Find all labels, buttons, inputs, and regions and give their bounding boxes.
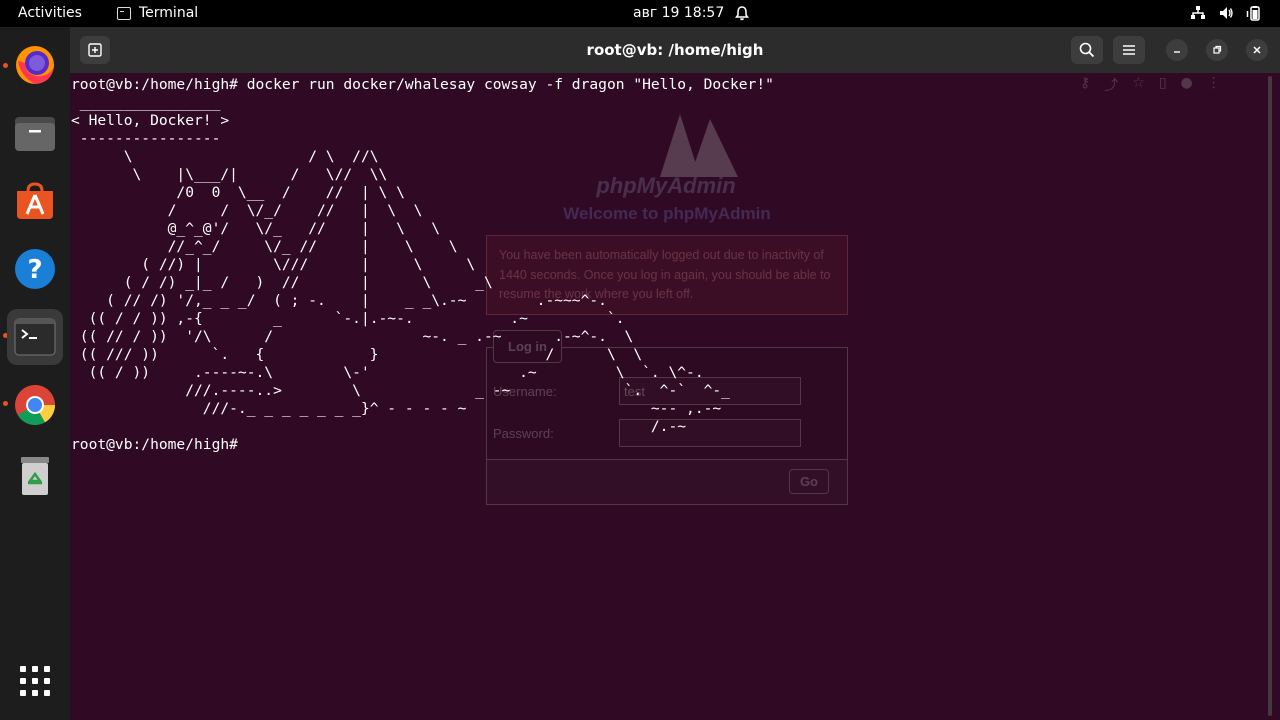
terminal-line: root@vb:/home/high# docker run docker/wh…: [71, 76, 774, 93]
network-icon[interactable]: [1190, 5, 1206, 21]
activities-button[interactable]: Activities: [18, 5, 82, 21]
terminal-line: < Hello, Docker! >: [71, 112, 230, 129]
profile-icon: ●: [1180, 75, 1193, 91]
hamburger-menu-icon: [1123, 45, 1135, 55]
power-icon[interactable]: [1246, 5, 1262, 21]
terminal-line: (( / / )) ,-{ _ `-.|.-~-. .~ `.: [71, 310, 625, 327]
terminal-line: //_^_/ \/_ // | \ \: [71, 238, 458, 255]
restore-icon: [1213, 45, 1222, 54]
terminal-prompt: root@vb:/home/high#: [71, 436, 247, 453]
search-icon: [1079, 42, 1095, 58]
volume-icon[interactable]: [1218, 5, 1234, 21]
terminal-line: (( /// )) `. { } / \ \: [71, 346, 643, 363]
terminal-line: (( / )) .----~-.\ \-' .~ \ `. \^-.: [71, 364, 704, 381]
terminal-line: ( / /) _|_ / ) // | \ _\: [71, 274, 493, 291]
chrome-icon: [15, 385, 55, 425]
sidebar-icon: ▯: [1158, 75, 1167, 91]
firefox-icon: [16, 46, 54, 84]
notification-bell-icon[interactable]: [735, 6, 749, 21]
terminal-line: ( // /) '/,_ _ _/ ( ; -. | _ _\.-~ .-~~~…: [71, 292, 607, 309]
more-icon: ⋮: [1206, 75, 1221, 91]
app-menu-label: Terminal: [139, 5, 199, 21]
grid-icon: [20, 666, 50, 696]
terminal-line: ----------------: [71, 130, 221, 147]
terminal-line: /.-~: [71, 418, 687, 435]
terminal-line: ________________: [71, 94, 221, 111]
clock[interactable]: авг 19 18:57: [633, 5, 724, 21]
dock-app-center[interactable]: [7, 173, 63, 229]
terminal-line: / / \/_/ // | \ \: [71, 202, 423, 219]
go-button: Go: [788, 469, 829, 494]
maximize-button[interactable]: [1206, 39, 1228, 61]
terminal-line: @_^_@'/ \/_ // | \ \: [71, 220, 441, 237]
trash-icon: [21, 457, 49, 495]
dock-terminal[interactable]: [7, 309, 63, 365]
close-icon: [1253, 46, 1261, 54]
terminal-scrollbar[interactable]: [1268, 76, 1272, 716]
svg-text:?: ?: [27, 255, 42, 285]
dock-files[interactable]: [7, 105, 63, 161]
terminal-line: (( // / )) '/\ / ~-. _ .-~ .-~^-. \: [71, 328, 634, 345]
terminal-icon: [14, 318, 56, 356]
app-center-icon: [17, 182, 53, 219]
share-icon: ⤴: [1104, 78, 1119, 94]
terminal-line: ///-._ _ _ _ _ _ _}^ - - - - ~ ~-- ,.-~: [71, 400, 722, 417]
terminal-line: ( //) | \/// | \ \: [71, 256, 476, 273]
close-button[interactable]: [1246, 39, 1268, 61]
dock-trash[interactable]: [7, 447, 63, 503]
star-icon: ☆: [1132, 75, 1145, 91]
help-icon: ?: [15, 249, 55, 289]
show-apps-button[interactable]: [7, 653, 63, 709]
search-button[interactable]: [1071, 36, 1103, 64]
terminal-line: \ / \ //\: [71, 148, 379, 165]
terminal-app-icon: [117, 6, 131, 20]
dock-chrome[interactable]: [7, 377, 63, 433]
login-footer: Go: [487, 459, 847, 504]
terminal-line: ///.----..> \ _ -~ `. ^-` ^-_: [71, 382, 730, 399]
terminal-output[interactable]: root@vb:/home/high# docker run docker/wh…: [71, 76, 774, 454]
terminal-line: \ |\___/| / \// \\: [71, 166, 388, 183]
app-menu[interactable]: Terminal: [117, 5, 198, 21]
key-icon: ⚷: [1080, 75, 1091, 91]
minimize-icon: [1174, 51, 1180, 53]
dock: ?: [0, 27, 70, 720]
title-bar[interactable]: root@vb: /home/high: [70, 27, 1280, 73]
menu-button[interactable]: [1113, 36, 1145, 64]
dock-help[interactable]: ?: [7, 241, 63, 297]
dock-firefox[interactable]: [7, 37, 63, 93]
terminal-line: /0 0 \__ / // | \ \: [71, 184, 405, 201]
minimize-button[interactable]: [1166, 39, 1188, 61]
top-bar: Activities Terminal авг 19 18:57: [0, 0, 1280, 27]
files-icon: [15, 117, 55, 151]
browser-toolbar-icons: ⚷ ⤴ ☆ ▯ ● ⋮: [1080, 75, 1221, 95]
